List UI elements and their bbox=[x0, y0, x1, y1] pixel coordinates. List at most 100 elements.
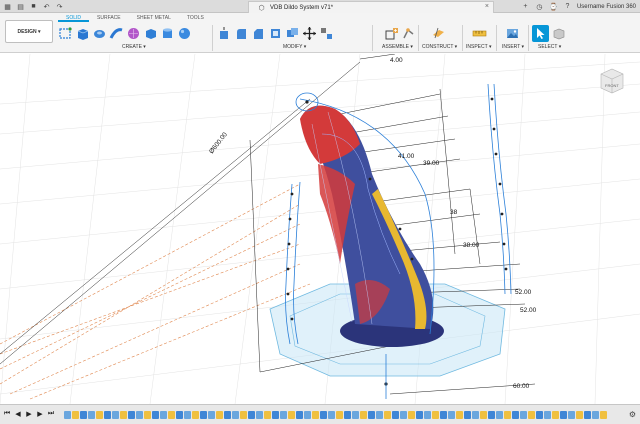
timeline-feature[interactable] bbox=[312, 411, 319, 419]
timeline-feature[interactable] bbox=[392, 411, 399, 419]
timeline-feature[interactable] bbox=[104, 411, 111, 419]
document-tab[interactable]: ⬡ VDB Dildo System v71* × bbox=[248, 1, 494, 13]
timeline-feature[interactable] bbox=[192, 411, 199, 419]
timeline-feature[interactable] bbox=[280, 411, 287, 419]
add-tab-icon[interactable]: + bbox=[521, 3, 530, 11]
timeline-feature[interactable] bbox=[432, 411, 439, 419]
timeline-feature[interactable] bbox=[592, 411, 599, 419]
workspace-switcher[interactable]: DESIGN ▾ bbox=[5, 20, 53, 43]
tab-solid[interactable]: SOLID bbox=[58, 14, 90, 22]
timeline-feature[interactable] bbox=[320, 411, 327, 419]
user-name[interactable]: Username Fusion 360 bbox=[577, 4, 636, 10]
new-component-icon[interactable] bbox=[384, 26, 399, 41]
tab-tools[interactable]: TOOLS bbox=[179, 14, 212, 22]
timeline-feature[interactable] bbox=[600, 411, 607, 419]
timeline-feature[interactable] bbox=[536, 411, 543, 419]
press-pull-icon[interactable] bbox=[217, 26, 232, 41]
redo-icon[interactable]: ↷ bbox=[55, 3, 64, 11]
insert-group-label[interactable]: INSERT ▾ bbox=[502, 44, 524, 50]
timeline-feature[interactable] bbox=[240, 411, 247, 419]
timeline-feature[interactable] bbox=[160, 411, 167, 419]
timeline-feature[interactable] bbox=[376, 411, 383, 419]
measure-icon[interactable] bbox=[472, 26, 487, 41]
help-icon[interactable]: ? bbox=[563, 3, 572, 11]
combine-icon[interactable] bbox=[285, 26, 300, 41]
timeline-feature[interactable] bbox=[184, 411, 191, 419]
offset-plane-icon[interactable] bbox=[431, 26, 446, 41]
tab-sheet-metal[interactable]: SHEET METAL bbox=[129, 14, 179, 22]
tab-surface[interactable]: SURFACE bbox=[89, 14, 129, 22]
modify-group-label[interactable]: MODIFY ▾ bbox=[283, 44, 306, 50]
view-cube[interactable]: FRONT bbox=[598, 66, 626, 96]
construct-group-label[interactable]: CONSTRUCT ▾ bbox=[422, 44, 457, 50]
timeline-feature[interactable] bbox=[416, 411, 423, 419]
timeline-feature[interactable] bbox=[144, 411, 151, 419]
timeline-feature[interactable] bbox=[568, 411, 575, 419]
timeline-feature[interactable] bbox=[248, 411, 255, 419]
timeline-feature[interactable] bbox=[512, 411, 519, 419]
create-sketch-icon[interactable] bbox=[58, 26, 73, 41]
step-back-icon[interactable]: ◀ bbox=[14, 410, 22, 418]
save-icon[interactable]: ■ bbox=[29, 3, 38, 11]
timeline-feature[interactable] bbox=[472, 411, 479, 419]
skip-end-icon[interactable]: ⏭ bbox=[47, 410, 55, 418]
timeline-feature[interactable] bbox=[264, 411, 271, 419]
timeline-feature[interactable] bbox=[400, 411, 407, 419]
timeline-feature[interactable] bbox=[136, 411, 143, 419]
gear-icon[interactable]: ⚙ bbox=[629, 410, 636, 419]
inspect-group-label[interactable]: INSPECT ▾ bbox=[466, 44, 491, 50]
timeline-feature[interactable] bbox=[272, 411, 279, 419]
timeline-feature[interactable] bbox=[80, 411, 87, 419]
revolve-icon[interactable] bbox=[92, 26, 107, 41]
timeline-track[interactable] bbox=[64, 409, 619, 421]
timeline-feature[interactable] bbox=[88, 411, 95, 419]
sweep-icon[interactable] bbox=[109, 26, 124, 41]
timeline-feature[interactable] bbox=[560, 411, 567, 419]
timeline-feature[interactable] bbox=[584, 411, 591, 419]
joint-icon[interactable] bbox=[401, 26, 416, 41]
chamfer-icon[interactable] bbox=[251, 26, 266, 41]
shell-icon[interactable] bbox=[268, 26, 283, 41]
timeline-feature[interactable] bbox=[328, 411, 335, 419]
timeline-feature[interactable] bbox=[456, 411, 463, 419]
3d-viewport[interactable]: 4.00 Ø600.00 41.00 39.00 38 38.00 52.00 … bbox=[0, 54, 640, 404]
select-box-icon[interactable] bbox=[551, 26, 566, 41]
timeline-feature[interactable] bbox=[576, 411, 583, 419]
close-icon[interactable]: × bbox=[485, 3, 489, 10]
timeline-feature[interactable] bbox=[224, 411, 231, 419]
timeline-feature[interactable] bbox=[352, 411, 359, 419]
timeline-feature[interactable] bbox=[200, 411, 207, 419]
skip-start-icon[interactable]: ⏮ bbox=[3, 410, 11, 418]
file-icon[interactable]: ▤ bbox=[16, 3, 25, 11]
timeline-feature[interactable] bbox=[288, 411, 295, 419]
fillet-icon[interactable] bbox=[234, 26, 249, 41]
timeline-feature[interactable] bbox=[368, 411, 375, 419]
timeline-feature[interactable] bbox=[488, 411, 495, 419]
timeline-feature[interactable] bbox=[128, 411, 135, 419]
timeline-feature[interactable] bbox=[448, 411, 455, 419]
create-group-label[interactable]: CREATE ▾ bbox=[122, 44, 146, 50]
timeline-feature[interactable] bbox=[384, 411, 391, 419]
timeline-feature[interactable] bbox=[480, 411, 487, 419]
play-icon[interactable]: ▶ bbox=[25, 410, 33, 418]
timeline-feature[interactable] bbox=[120, 411, 127, 419]
extrude-icon[interactable] bbox=[75, 26, 90, 41]
assemble-group-label[interactable]: ASSEMBLE ▾ bbox=[382, 44, 413, 50]
online-status-icon[interactable]: ◷ bbox=[535, 3, 544, 11]
timeline-feature[interactable] bbox=[528, 411, 535, 419]
timeline-feature[interactable] bbox=[336, 411, 343, 419]
insert-image-icon[interactable] bbox=[505, 26, 520, 41]
timeline-feature[interactable] bbox=[112, 411, 119, 419]
timeline-feature[interactable] bbox=[304, 411, 311, 419]
move-icon[interactable] bbox=[302, 26, 317, 41]
sphere-icon[interactable] bbox=[177, 26, 192, 41]
timeline-feature[interactable] bbox=[504, 411, 511, 419]
timeline-feature[interactable] bbox=[256, 411, 263, 419]
timeline-feature[interactable] bbox=[152, 411, 159, 419]
select-icon[interactable] bbox=[532, 24, 549, 42]
timeline-feature[interactable] bbox=[360, 411, 367, 419]
box-icon[interactable] bbox=[143, 26, 158, 41]
timeline-feature[interactable] bbox=[232, 411, 239, 419]
select-group-label[interactable]: SELECT ▾ bbox=[538, 44, 561, 50]
timeline-feature[interactable] bbox=[168, 411, 175, 419]
